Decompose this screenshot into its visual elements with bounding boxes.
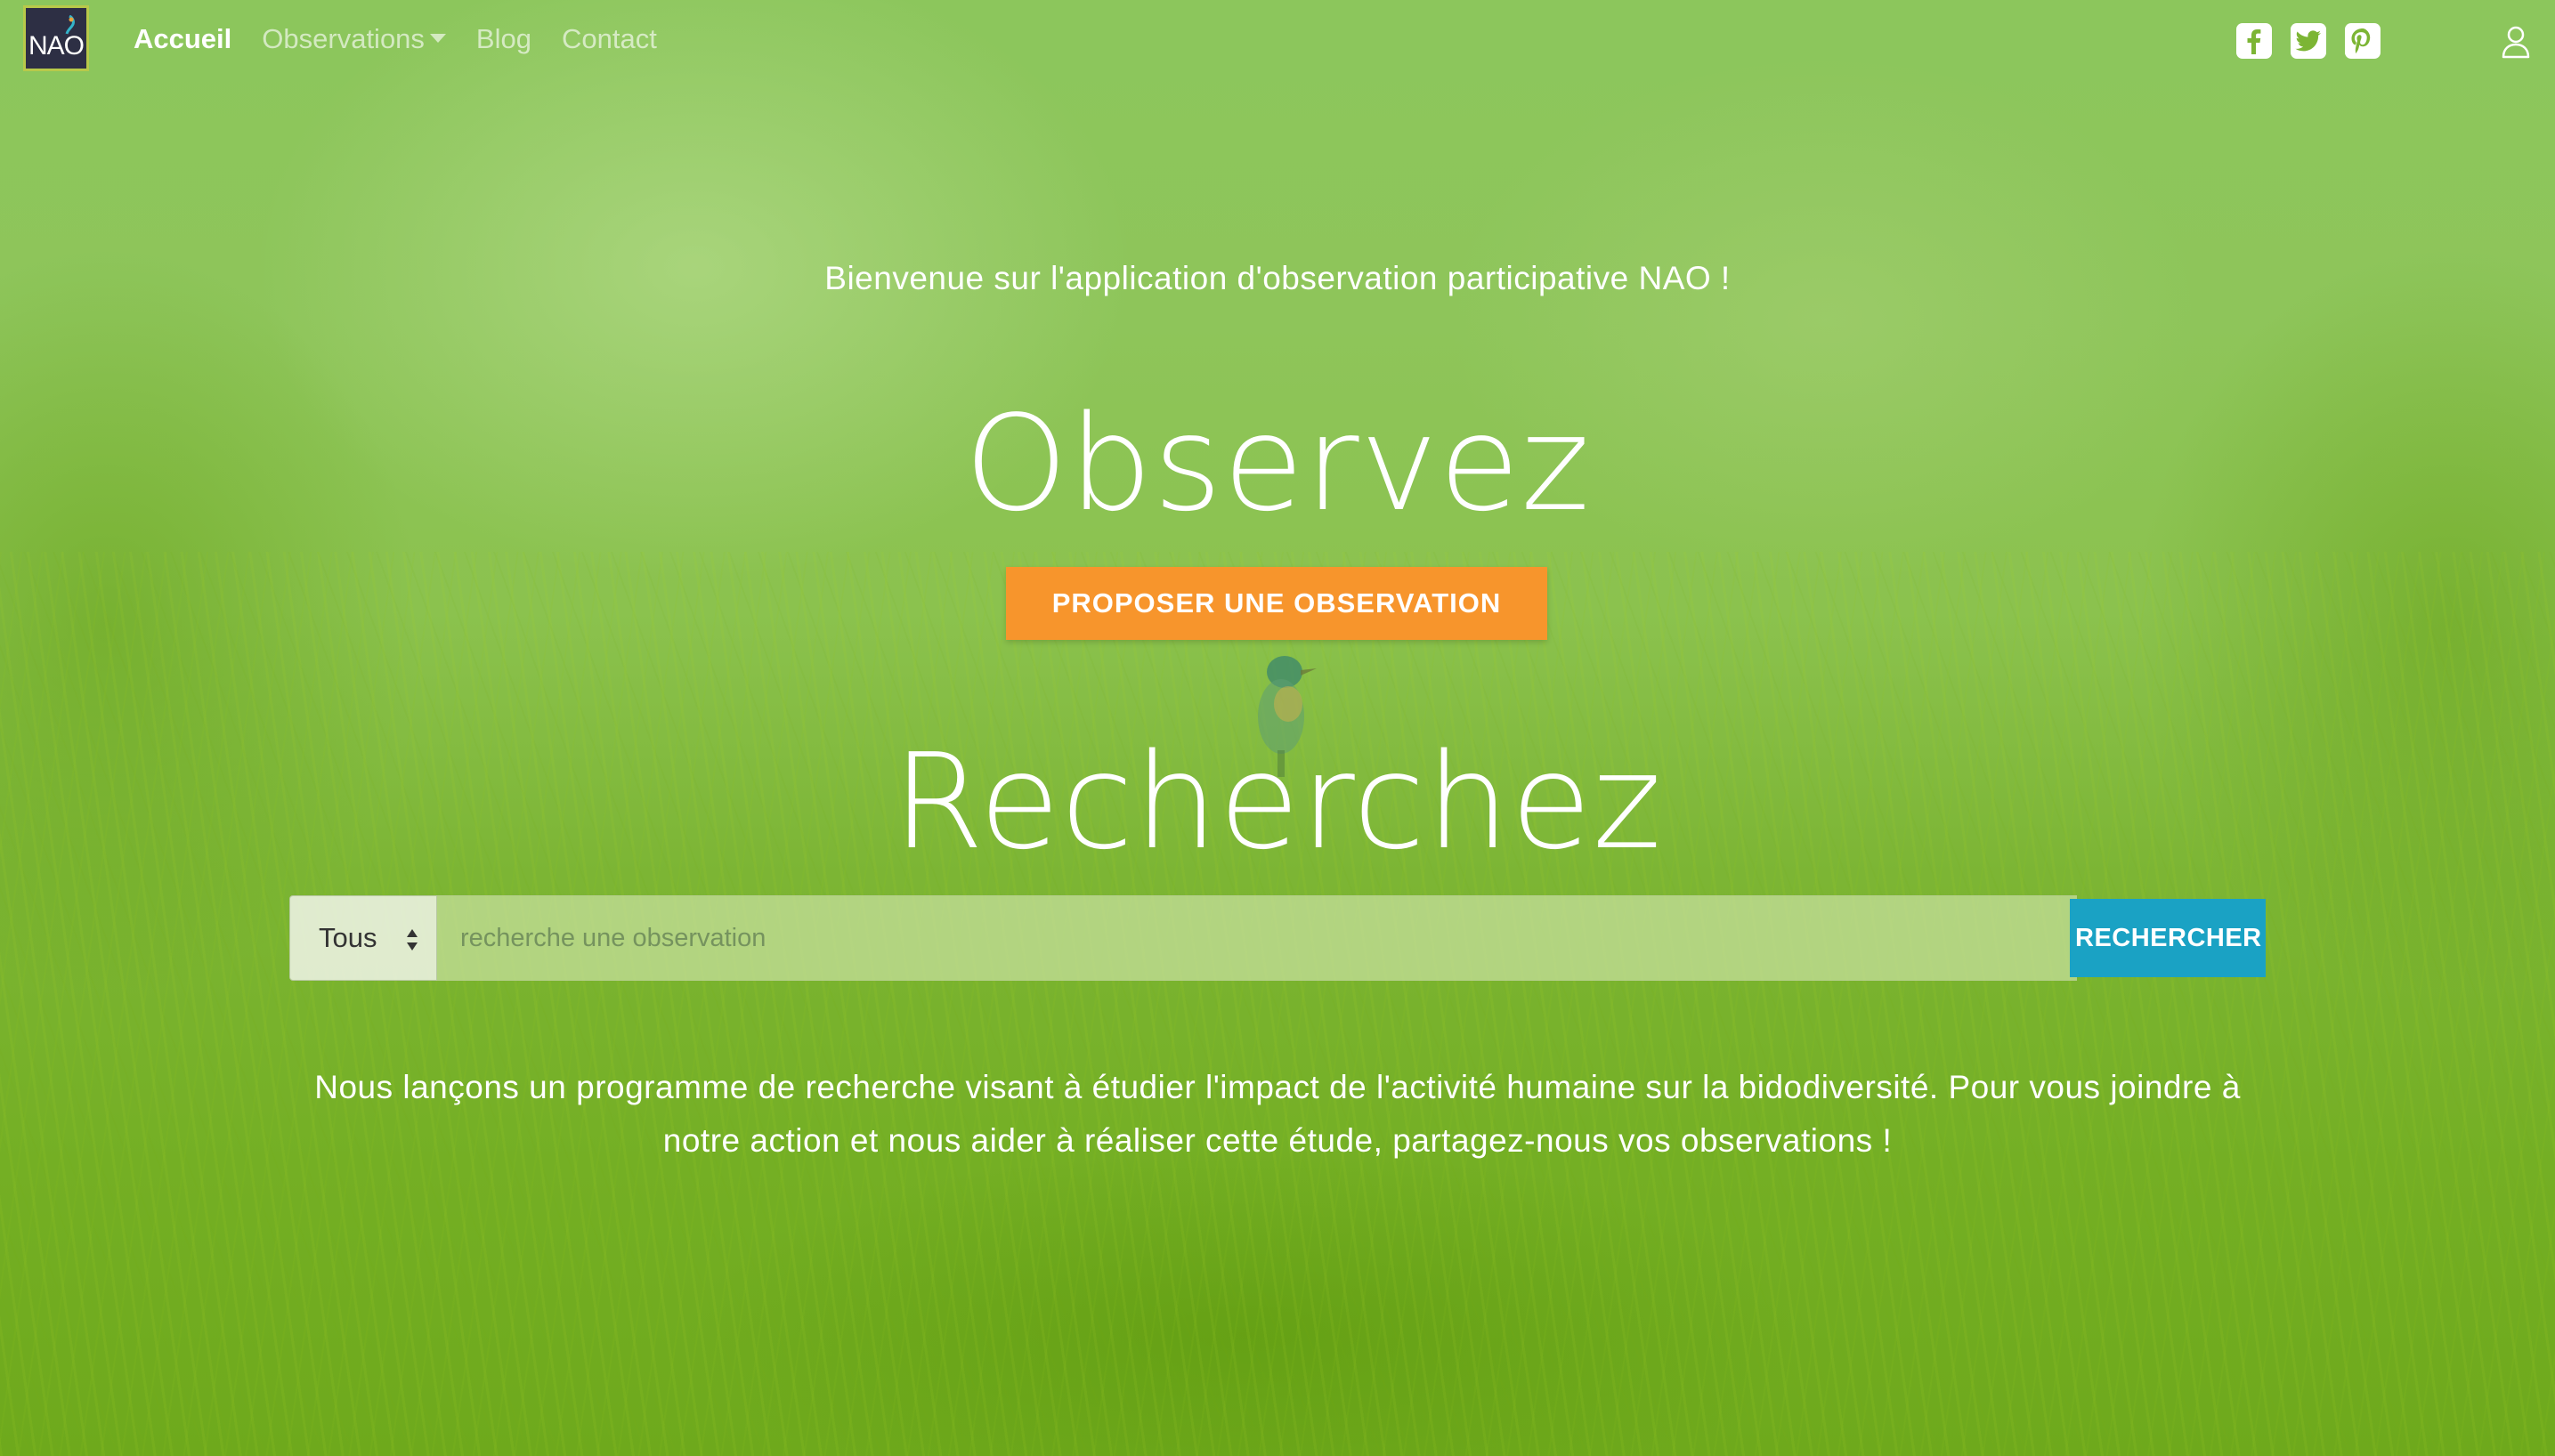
nao-logo[interactable]: NAO [23, 5, 89, 71]
caret-down-icon [429, 33, 446, 43]
propose-observation-button[interactable]: PROPOSER UNE OBSERVATION [1006, 567, 1547, 640]
title-observez: Observez [964, 387, 1591, 540]
facebook-icon[interactable] [2236, 23, 2272, 59]
select-arrows-icon [407, 929, 418, 950]
nav-item-contact[interactable]: Contact [562, 23, 657, 55]
nav-item-accueil[interactable]: Accueil [134, 23, 231, 55]
main-nav: Accueil Observations Blog Contact [134, 23, 657, 55]
logo-text: NAO [28, 31, 85, 61]
user-icon[interactable] [2500, 25, 2532, 59]
twitter-icon[interactable] [2291, 23, 2326, 59]
search-input[interactable] [437, 895, 2077, 981]
intro-paragraph: Nous lançons un programme de recherche v… [314, 1069, 2241, 1159]
nav-item-blog[interactable]: Blog [476, 23, 531, 55]
nav-item-observations[interactable]: Observations [262, 23, 446, 55]
home-page: NAO Accueil Observations Blog Contact Bi… [0, 0, 2555, 1456]
category-select-value: Tous [319, 922, 377, 953]
search-button[interactable]: RECHERCHER [2070, 899, 2266, 977]
pinterest-icon[interactable] [2345, 23, 2381, 59]
logo-bird-icon [65, 15, 75, 35]
top-navbar: NAO Accueil Observations Blog Contact [0, 0, 2555, 85]
nav-item-observations-label: Observations [262, 23, 425, 54]
welcome-text: Bienvenue sur l'application d'observatio… [824, 260, 1731, 296]
category-select[interactable]: Tous [289, 895, 437, 981]
search-bar: Tous RECHERCHER [289, 895, 2266, 981]
title-recherchez: Recherchez [892, 725, 1663, 878]
